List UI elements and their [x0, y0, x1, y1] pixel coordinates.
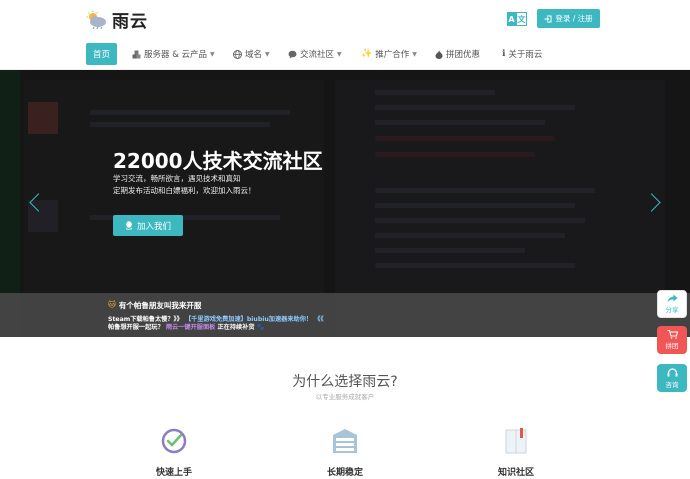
feature-label: 长期稳定 — [326, 468, 363, 478]
nav-servers[interactable]: 服务器 & 云产品 ▼ — [132, 43, 215, 65]
nav-about[interactable]: ℹ 关于雨云 — [502, 43, 542, 65]
server-icon — [333, 429, 357, 453]
nav-promotion[interactable]: ✨ 推广合作 ▼ — [361, 43, 417, 65]
palworld-icon: 🐱 — [108, 300, 116, 309]
share-button[interactable]: 分享 — [657, 290, 687, 318]
chevron-down-icon: ▼ — [412, 50, 417, 58]
nav-label: 交流社区 — [300, 50, 335, 60]
nav-label: 拼团优惠 — [446, 50, 481, 60]
language-toggle[interactable]: A 文 — [507, 12, 527, 26]
hero-title: 22000人技术交流社区 — [113, 149, 323, 173]
nav-label: 服务器 & 云产品 — [144, 50, 208, 60]
top-bar: 雨云 A 文 登录 / 注册 — [0, 0, 690, 38]
notice-banner — [0, 293, 690, 337]
sparkle-icon: ✨ — [361, 49, 373, 59]
why-section-subtitle: 以专业服务成就客户 — [315, 393, 375, 401]
logo[interactable]: 雨云 — [86, 7, 148, 32]
nav-label: 首页 — [93, 50, 111, 60]
hero-subtitle: 学习交流，畅所欲言，遇见技术和真知 定期发布活动和白嫖福利，欢迎加入雨云！ — [113, 173, 293, 197]
hero-subtitle-line: 定期发布活动和白嫖福利，欢迎加入雨云！ — [113, 186, 256, 195]
group-buy-button[interactable]: 拼团 — [657, 326, 687, 354]
carousel-next-arrow[interactable] — [643, 190, 659, 214]
notice-text: 帕鲁想开服一起玩？ — [108, 324, 164, 331]
check-circle-icon — [161, 428, 187, 454]
cubes-icon — [132, 50, 141, 58]
notice-title[interactable]: 🐱 有个帕鲁朋友叫我来开服 — [108, 300, 201, 311]
main-nav: 首页 服务器 & 云产品 ▼ 域名 ▼ 交流社区 ▼ ✨ 推广合作 ▼ 拼团优惠… — [0, 38, 690, 70]
brand-name: 雨云 — [112, 12, 148, 32]
join-us-label: 加入我们 — [136, 221, 171, 232]
info-icon: ℹ — [502, 49, 506, 59]
nav-label: 推广合作 — [375, 50, 410, 60]
nav-community[interactable]: 交流社区 ▼ — [288, 43, 342, 65]
join-us-button[interactable]: 加入我们 — [113, 215, 183, 236]
notice-text: 《《 — [314, 316, 324, 323]
chevron-down-icon: ▼ — [210, 50, 215, 58]
sun-cloud-icon — [86, 10, 106, 29]
nav-domains[interactable]: 域名 ▼ — [233, 43, 270, 65]
feature-label: 知识社区 — [497, 468, 534, 478]
nav-group-buy[interactable]: 拼团优惠 — [435, 43, 480, 65]
notice-title-text: 有个帕鲁朋友叫我来开服 — [118, 301, 202, 310]
qq-icon — [125, 221, 132, 230]
notice-link[interactable]: 雨云一键开服面板 — [166, 324, 216, 331]
nav-label: 关于雨云 — [508, 50, 543, 60]
cart-icon — [667, 330, 678, 339]
group-buy-label: 拼团 — [665, 342, 679, 350]
book-icon — [505, 428, 527, 454]
share-icon — [667, 294, 677, 303]
feature-knowledge: 知识社区 — [476, 427, 556, 478]
feature-quick-start: 快速上手 — [134, 427, 214, 478]
lang-a-icon: A — [507, 12, 516, 26]
feature-stable: 长期稳定 — [305, 427, 385, 478]
login-label: 登录 / 注册 — [555, 14, 593, 23]
why-section-title: 为什么选择雨云? — [292, 374, 398, 390]
login-icon — [544, 15, 552, 22]
notice-line-2[interactable]: 帕鲁想开服一起玩？ 雨云一键开服面板 正在持续补货 🐾 — [108, 322, 265, 331]
nav-home[interactable]: 首页 — [86, 43, 118, 65]
lang-zh-icon: 文 — [516, 12, 527, 26]
share-label: 分享 — [665, 306, 679, 314]
login-register-button[interactable]: 登录 / 注册 — [537, 9, 600, 28]
fire-icon — [435, 50, 443, 59]
globe-icon — [233, 49, 242, 59]
nav-label: 域名 — [245, 50, 263, 60]
carousel-prev-arrow[interactable] — [30, 190, 46, 214]
chevron-down-icon: ▼ — [265, 50, 270, 58]
paw-icon: 🐾 — [256, 324, 265, 331]
hero-subtitle-line: 学习交流，畅所欲言，遇见技术和真知 — [113, 174, 241, 183]
feature-label: 快速上手 — [155, 468, 192, 478]
chat-icon — [288, 50, 297, 58]
notice-text: 正在持续补货 — [217, 324, 255, 331]
chevron-down-icon: ▼ — [337, 50, 342, 58]
